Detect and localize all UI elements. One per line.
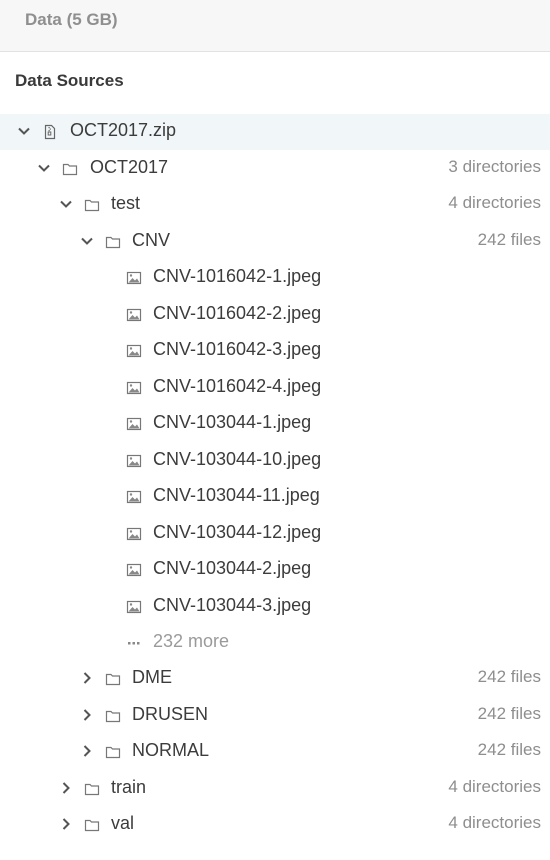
ellipsis-icon [126,635,142,651]
tree-meta: 242 files [477,230,541,249]
chevron-right-icon[interactable] [79,670,95,686]
tree-row-file[interactable]: CNV-1016042-3.jpeg [0,333,550,369]
top-bar: Data (5 GB) [0,0,550,52]
image-file-icon [126,453,142,469]
tree-row-train[interactable]: train 4 directories [0,771,550,807]
tree-row-file[interactable]: CNV-1016042-2.jpeg [0,297,550,333]
tree-label: test [111,193,141,213]
image-file-icon [126,307,142,323]
tree-row-file[interactable]: CNV-103044-10.jpeg [0,443,550,479]
folder-icon [62,161,78,177]
tree-row-cnv[interactable]: CNV 242 files [0,224,550,260]
image-file-icon [126,380,142,396]
chevron-right-icon[interactable] [58,816,74,832]
tree-label: DRUSEN [132,704,209,724]
image-file-icon [126,526,142,542]
tree-meta: 242 files [477,667,541,686]
image-file-icon [126,599,142,615]
tree-row-test[interactable]: test 4 directories [0,187,550,223]
image-file-icon [126,489,142,505]
tree-row-oct2017[interactable]: OCT2017 3 directories [0,151,550,187]
tree-meta: 242 files [477,740,541,759]
data-sources-heading: Data Sources [15,71,124,90]
tree-label: CNV-1016042-3.jpeg [153,339,322,359]
tree-row-oct2017-zip[interactable]: OCT2017.zip [0,114,550,150]
data-size-title: Data (5 GB) [25,10,118,29]
folder-icon [84,817,100,833]
chevron-down-icon[interactable] [58,196,74,212]
chevron-right-icon[interactable] [58,780,74,796]
tree-meta: 4 directories [448,813,541,832]
tree-label: CNV-103044-1.jpeg [153,412,312,432]
tree-label: CNV [132,230,171,250]
chevron-down-icon[interactable] [79,233,95,249]
tree-row-more[interactable]: 232 more [0,625,550,661]
folder-icon [105,708,121,724]
tree-label: CNV-103044-12.jpeg [153,522,322,542]
tree-label: val [111,813,135,833]
tree-row-file[interactable]: CNV-1016042-4.jpeg [0,370,550,406]
tree-row-file[interactable]: CNV-103044-12.jpeg [0,516,550,552]
chevron-right-icon[interactable] [79,707,95,723]
chevron-down-icon[interactable] [36,160,52,176]
tree-row-file[interactable]: CNV-103044-11.jpeg [0,479,550,515]
tree-row-normal[interactable]: NORMAL 242 files [0,734,550,770]
tree-row-dme[interactable]: DME 242 files [0,661,550,697]
tree-label: CNV-103044-3.jpeg [153,595,312,615]
tree-row-file[interactable]: CNV-1016042-1.jpeg [0,260,550,296]
folder-icon [105,234,121,250]
tree-label: CNV-103044-11.jpeg [153,485,320,505]
image-file-icon [126,343,142,359]
chevron-right-icon[interactable] [79,743,95,759]
tree-label: CNV-1016042-4.jpeg [153,376,322,396]
tree-meta: 4 directories [448,777,541,796]
tree-label: CNV-1016042-2.jpeg [153,303,322,323]
zip-file-icon [42,124,58,140]
tree-label: DME [132,667,172,687]
tree-label: CNV-1016042-1.jpeg [153,266,322,286]
tree-label: OCT2017 [90,157,169,177]
chevron-down-icon[interactable] [16,123,32,139]
tree-row-file[interactable]: CNV-103044-2.jpeg [0,552,550,588]
image-file-icon [126,270,142,286]
tree-meta: 242 files [477,704,541,723]
tree-row-val[interactable]: val 4 directories [0,807,550,843]
folder-icon [84,781,100,797]
tree-label: train [111,777,147,797]
folder-icon [84,197,100,213]
tree-meta: 4 directories [448,193,541,212]
image-file-icon [126,416,142,432]
folder-icon [105,744,121,760]
tree-label: OCT2017.zip [70,120,177,140]
tree-label: CNV-103044-10.jpeg [153,449,322,469]
tree-row-file[interactable]: CNV-103044-3.jpeg [0,589,550,625]
tree-label: CNV-103044-2.jpeg [153,558,312,578]
tree-label: NORMAL [132,740,210,760]
tree-row-drusen[interactable]: DRUSEN 242 files [0,698,550,734]
image-file-icon [126,562,142,578]
tree-meta: 3 directories [448,157,541,176]
more-files-label: 232 more [153,631,230,651]
tree-row-file[interactable]: CNV-103044-1.jpeg [0,406,550,442]
folder-icon [105,671,121,687]
